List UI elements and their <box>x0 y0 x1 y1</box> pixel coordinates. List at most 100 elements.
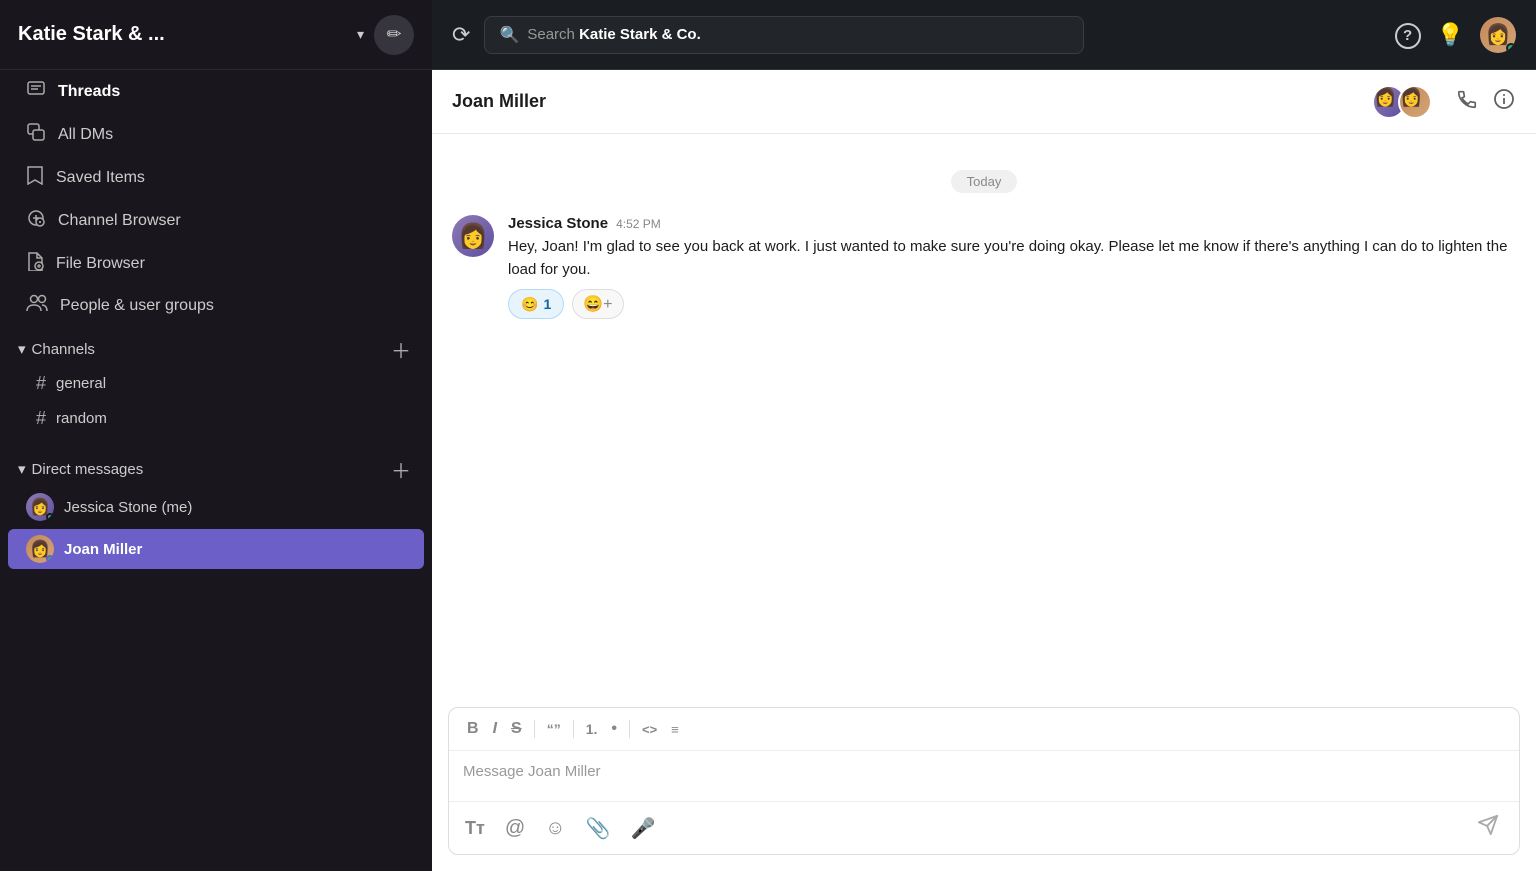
quote-button[interactable]: “” <box>541 717 567 741</box>
threads-icon <box>26 79 46 104</box>
sidebar-item-people[interactable]: People & user groups <box>8 286 424 325</box>
history-icon: ⟳ <box>452 22 470 47</box>
channel-browser-label: Channel Browser <box>58 212 181 230</box>
mention-button[interactable]: @ <box>501 813 529 844</box>
info-icon <box>1492 87 1516 117</box>
header-avatars: 👩 👩 <box>1372 85 1432 119</box>
help-icon: ? <box>1395 23 1421 49</box>
threads-label: Threads <box>58 83 120 101</box>
top-bar-left: Katie Stark & ... ▾ ✏ <box>0 0 432 70</box>
sidebar-item-saved-items[interactable]: Saved Items <box>8 157 424 198</box>
message-avatar-jessica: 👩 <box>452 215 494 257</box>
sidebar-item-threads[interactable]: Threads <box>8 71 424 112</box>
channel-hash-icon: # <box>36 373 46 394</box>
toolbar-divider-3 <box>629 720 630 738</box>
search-bar[interactable]: 🔍 Search Katie Stark & Co. <box>484 16 1084 54</box>
chat-messages: Today 👩 Jessica Stone 4:52 PM Hey, Joan!… <box>432 134 1536 695</box>
message-input-box: B I S “” 1. • <> ≡ Message Joan Miller <box>448 707 1520 855</box>
text-format-icon: Tт <box>465 818 485 839</box>
channels-chevron-icon: ▾ <box>18 340 26 358</box>
jessica-avatar: 👩 <box>26 493 54 521</box>
message-time: 4:52 PM <box>616 217 661 231</box>
saved-items-icon <box>26 165 44 190</box>
audio-button[interactable]: 🎤 <box>626 812 659 845</box>
all-dms-icon <box>26 122 46 147</box>
code-block-button[interactable]: ≡ <box>665 718 685 741</box>
workspace-chevron-icon: ▾ <box>357 26 364 43</box>
header-avatar-joan: 👩 <box>1398 85 1432 119</box>
dm-item-joan[interactable]: 👩 Joan Miller <box>8 529 424 569</box>
add-dm-button[interactable]: ＋ <box>388 456 414 482</box>
sidebar: Threads All DMs Saved Items Channel Brow… <box>0 70 432 871</box>
attachment-icon: 📎 <box>586 816 611 841</box>
emoji-button[interactable]: ☺ <box>541 813 569 844</box>
jessica-online-indicator <box>46 513 54 521</box>
message-author: Jessica Stone <box>508 215 608 232</box>
add-channel-button[interactable]: ＋ <box>388 336 414 362</box>
dm-item-jessica[interactable]: 👩 Jessica Stone (me) <box>8 487 424 527</box>
mention-icon: @ <box>505 817 525 840</box>
input-toolbar: B I S “” 1. • <> ≡ <box>449 708 1519 751</box>
attachment-button[interactable]: 📎 <box>582 812 615 845</box>
emoji-icon: ☺ <box>545 817 565 840</box>
toolbar-divider-1 <box>534 720 535 738</box>
dm-chevron-icon: ▾ <box>18 460 26 478</box>
history-button[interactable]: ⟳ <box>452 22 470 48</box>
top-bar-right: ⟳ 🔍 Search Katie Stark & Co. ? 💡 👩 <box>432 0 1536 70</box>
sidebar-item-channel-browser[interactable]: Channel Browser <box>8 200 424 241</box>
channel-browser-icon <box>26 208 46 233</box>
reaction-emoji: 😊 <box>521 296 538 313</box>
channel-item-random[interactable]: # random <box>8 402 424 435</box>
sidebar-item-all-dms[interactable]: All DMs <box>8 114 424 155</box>
saved-items-label: Saved Items <box>56 169 145 187</box>
bold-button[interactable]: B <box>461 716 485 742</box>
chat-header: Joan Miller 👩 👩 <box>432 70 1536 134</box>
chat-header-name: Joan Miller <box>452 91 1372 112</box>
message-input-field[interactable]: Message Joan Miller <box>449 751 1519 801</box>
ordered-list-button[interactable]: 1. <box>580 717 604 741</box>
call-button[interactable] <box>1456 88 1478 116</box>
call-icon <box>1456 88 1478 116</box>
file-browser-icon <box>26 251 44 276</box>
jessica-dm-label: Jessica Stone (me) <box>64 499 192 516</box>
send-button[interactable] <box>1469 810 1507 846</box>
info-button[interactable] <box>1492 87 1516 117</box>
joan-dm-label: Joan Miller <box>64 541 142 558</box>
input-bottom-toolbar: Tт @ ☺ 📎 🎤 <box>449 801 1519 854</box>
reaction-count: 1 <box>543 296 551 312</box>
joan-avatar: 👩 <box>26 535 54 563</box>
microphone-icon: 🎤 <box>630 816 655 841</box>
whatsnew-button[interactable]: 💡 <box>1437 22 1464 48</box>
channels-section-header[interactable]: ▾ Channels ＋ <box>0 326 432 366</box>
channels-section-label: ▾ Channels <box>18 340 95 358</box>
date-divider: Today <box>452 170 1516 193</box>
strikethrough-button[interactable]: S <box>505 716 528 742</box>
chat-header-icons: 👩 👩 <box>1372 85 1516 119</box>
workspace-name: Katie Stark & ... <box>18 23 347 46</box>
add-reaction-icon: 😄+ <box>583 296 612 313</box>
italic-button[interactable]: I <box>487 716 503 742</box>
file-browser-label: File Browser <box>56 255 145 273</box>
channel-general-label: general <box>56 375 106 392</box>
dm-section-header[interactable]: ▾ Direct messages ＋ <box>0 446 432 486</box>
search-text: Search Katie Stark & Co. <box>527 26 700 43</box>
code-button[interactable]: <> <box>636 718 663 741</box>
message-content: Jessica Stone 4:52 PM Hey, Joan! I'm gla… <box>508 215 1516 319</box>
sidebar-item-file-browser[interactable]: File Browser <box>8 243 424 284</box>
user-avatar[interactable]: 👩 <box>1480 17 1516 53</box>
reaction-smile-button[interactable]: 😊 1 <box>508 289 564 319</box>
message-row: 👩 Jessica Stone 4:52 PM Hey, Joan! I'm g… <box>452 209 1516 325</box>
lightbulb-icon: 💡 <box>1437 22 1464 47</box>
message-reactions: 😊 1 😄+ <box>508 289 1516 319</box>
message-header: Jessica Stone 4:52 PM <box>508 215 1516 232</box>
unordered-list-button[interactable]: • <box>605 716 623 742</box>
compose-button[interactable]: ✏ <box>374 15 414 55</box>
channel-item-general[interactable]: # general <box>8 367 424 400</box>
help-button[interactable]: ? <box>1395 20 1421 49</box>
text-format-button[interactable]: Tт <box>461 814 489 843</box>
chat-area: Joan Miller 👩 👩 <box>432 70 1536 871</box>
send-icon <box>1477 814 1499 842</box>
add-reaction-button[interactable]: 😄+ <box>572 289 623 319</box>
people-icon <box>26 294 48 317</box>
dm-section-label: ▾ Direct messages <box>18 460 143 478</box>
